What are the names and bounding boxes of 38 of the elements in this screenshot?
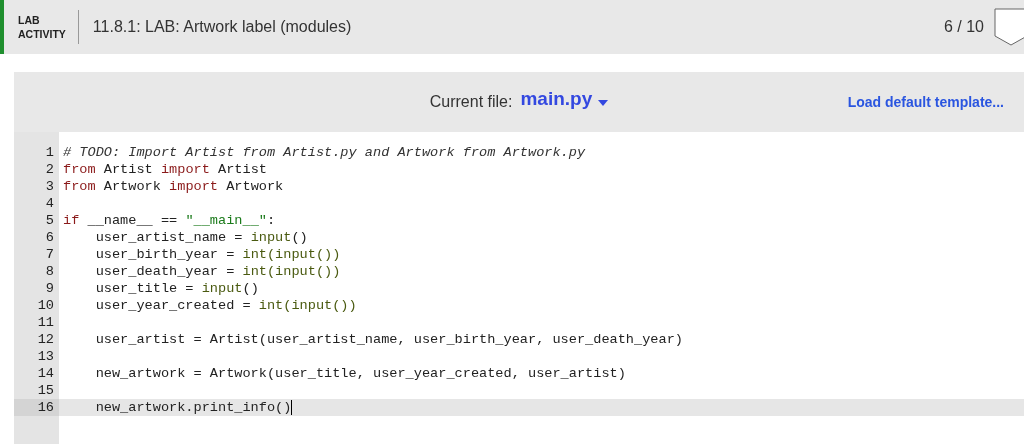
code-line: new_artwork = Artwork(user_title, user_year_created, user_artist) [94,365,626,382]
progress-count: 6 / 10 [943,17,984,37]
line-number: 11 [37,315,54,330]
caret-down-icon [598,100,609,106]
code-line: user_artist = Artist(user_artist_name, user_birth_year, user_death_year) [94,331,683,348]
code-line: # TODO: Import Artist from Artist.py and Artwork from Artwork.py [63,144,586,161]
line-number: 15 [37,383,54,398]
code-editor[interactable] [14,132,1024,444]
code-line: from Artwork import Artwork [63,178,284,195]
line-number: 8 [45,264,54,279]
load-template-link[interactable]: Load default template... [847,91,1004,113]
line-number: 1 [45,145,54,160]
line-number: 6 [45,230,54,245]
line-number: 5 [45,213,54,228]
code-line: user_artist_name = input() [94,229,308,246]
code-line: new_artwork.print_info() [94,399,292,416]
line-number: 10 [37,298,54,313]
line-number: 3 [45,179,54,194]
line-number: 12 [37,332,54,347]
lab-activity-label: LAB ACTIVITY [17,13,67,41]
code-line: user_death_year = int(input()) [94,263,341,280]
line-number: 4 [45,196,54,211]
code-line: user_title = input() [94,280,259,297]
line-number: 2 [45,162,54,177]
current-file-label: Current file: [429,92,513,112]
bookmark-icon[interactable] [994,8,1024,46]
line-number: 14 [37,366,54,381]
file-dropdown[interactable]: main.py [520,84,609,120]
line-number: 13 [37,349,54,364]
code-line: if __name__ == "__main__": [63,212,276,229]
code-line: user_year_created = int(input()) [94,297,357,314]
line-number: 7 [45,247,54,262]
activity-title: 11.8.1: LAB: Artwork label (modules) [92,17,352,37]
code-line: user_birth_year = int(input()) [94,246,341,263]
line-number: 16 [37,400,54,415]
line-number: 9 [45,281,54,296]
code-line: from Artist import Artist [63,161,267,178]
text-cursor [291,400,293,415]
